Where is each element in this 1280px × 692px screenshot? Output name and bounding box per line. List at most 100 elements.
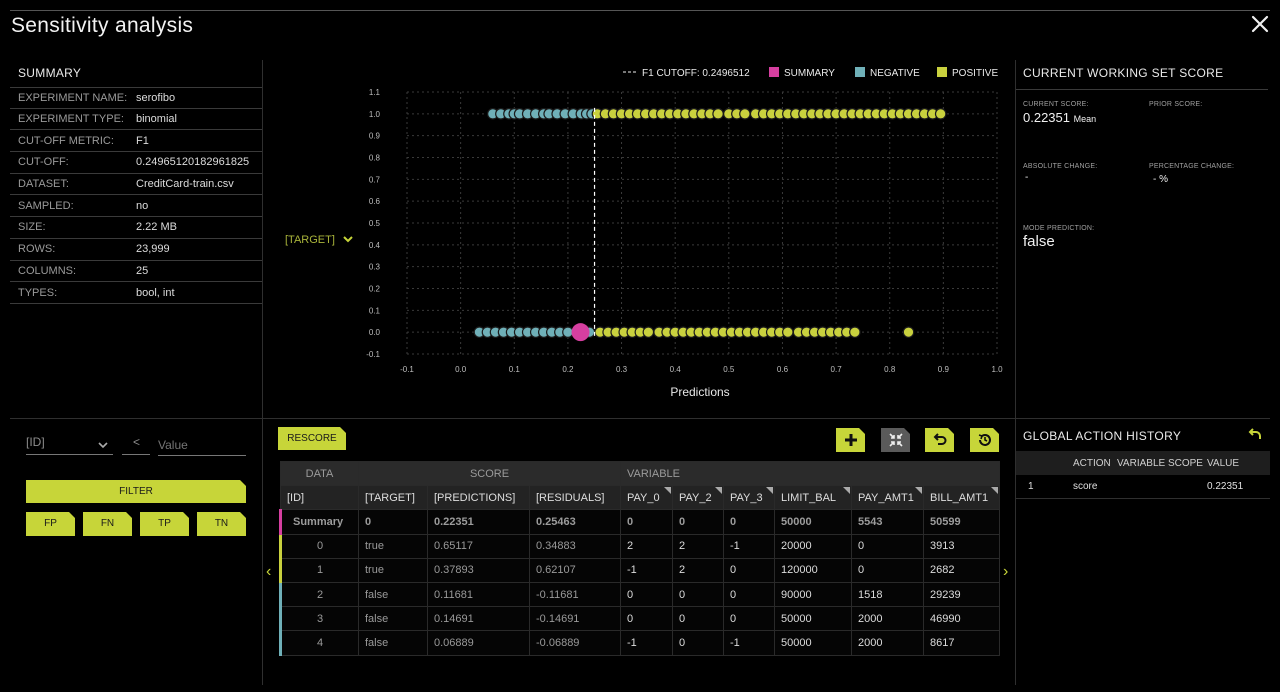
- table-cell: 50000: [774, 630, 852, 656]
- revert-icon[interactable]: [1248, 427, 1262, 441]
- y-tick-label: 0.1: [369, 306, 381, 315]
- column-header[interactable]: [ID]: [280, 485, 359, 511]
- summary-table-row[interactable]: Summary 0 0.22351 0.25463 0 0 0 50000 5543 50599: [279, 509, 1000, 535]
- column-header[interactable]: PAY_0: [620, 485, 673, 511]
- y-tick-label: 0.6: [369, 197, 381, 206]
- sort-corner-icon: [843, 487, 850, 495]
- column-header[interactable]: [PREDICTIONS]: [427, 485, 530, 511]
- y-tick-label: 0.2: [369, 285, 381, 294]
- table-cell: 0: [723, 509, 775, 535]
- mode-prediction-value: false: [1023, 233, 1055, 250]
- summary-key: DATASET:: [18, 178, 69, 191]
- table-cell: false: [358, 606, 428, 632]
- sort-corner-icon: [991, 487, 998, 495]
- fp-button[interactable]: FP: [26, 512, 75, 536]
- table-cell: 0: [672, 509, 724, 535]
- table-cell: 4: [279, 630, 359, 656]
- y-tick-label: 0.5: [369, 219, 381, 228]
- filter-value-input[interactable]: [158, 435, 246, 456]
- table-cell: 0: [672, 581, 724, 608]
- table-cell: 2682: [923, 557, 1000, 583]
- scroll-right-arrow[interactable]: ›: [1003, 563, 1008, 581]
- table-row[interactable]: 2 false 0.11681 -0.11681 0 0 0 90000 1518 29239: [279, 581, 1000, 608]
- x-tick-label: -0.1: [400, 365, 414, 374]
- column-header-label: PAY_3: [730, 491, 763, 504]
- score-divider: [1016, 89, 1268, 90]
- filter-operator-select[interactable]: <: [122, 435, 150, 455]
- table-cell: 2: [672, 533, 724, 559]
- table-cell: 0: [279, 533, 359, 559]
- column-header[interactable]: [TARGET]: [358, 485, 428, 511]
- page-title: Sensitivity analysis: [11, 14, 194, 37]
- table-cell: 0.37893: [427, 557, 530, 583]
- table-cell: 0.34883: [529, 533, 621, 559]
- add-button[interactable]: [836, 428, 865, 452]
- close-icon[interactable]: [1250, 14, 1270, 34]
- y-tick-label: 0.7: [369, 175, 381, 184]
- sort-corner-icon: [915, 487, 922, 495]
- legend-positive-swatch: [937, 67, 947, 77]
- y-tick-label: 0.0: [369, 328, 381, 337]
- summary-key: SIZE:: [18, 221, 46, 234]
- table-row[interactable]: 1 true 0.37893 0.62107 -1 2 0 120000 0 2682: [279, 557, 1000, 583]
- fn-button[interactable]: FN: [83, 512, 132, 536]
- column-header[interactable]: PAY_AMT1: [851, 485, 924, 511]
- filter-operator-value: <: [133, 435, 141, 449]
- history-reset-button[interactable]: [970, 428, 999, 452]
- sort-corner-icon: [715, 487, 722, 495]
- divider-middle: [10, 418, 1270, 419]
- table-cell: 0: [723, 606, 775, 632]
- column-header[interactable]: [RESIDUALS]: [529, 485, 621, 511]
- filter-button[interactable]: FILTER: [26, 480, 246, 503]
- table-cell: 5543: [851, 509, 924, 535]
- group-header-data: DATA: [280, 460, 359, 487]
- column-header[interactable]: BILL_AMT1: [923, 485, 1000, 511]
- column-header-label: [RESIDUALS]: [536, 491, 605, 504]
- y-tick-label: -0.1: [366, 350, 380, 359]
- summary-key: EXPERIMENT TYPE:: [18, 113, 124, 126]
- table-cell: 0: [672, 606, 724, 632]
- summary-row: SIZE: 2.22 MB: [10, 217, 262, 239]
- legend-negative-label: NEGATIVE: [870, 68, 920, 79]
- table-cell: false: [358, 581, 428, 608]
- column-header[interactable]: PAY_3: [723, 485, 775, 511]
- table-row[interactable]: 0 true 0.65117 0.34883 2 2 -1 20000 0 3913: [279, 533, 1000, 559]
- group-header-score: SCORE: [358, 460, 621, 487]
- rescore-button[interactable]: RESCORE: [278, 427, 346, 450]
- history-row[interactable]: 1 score 0.22351: [1016, 475, 1270, 499]
- y-tick-label: 0.4: [369, 241, 381, 250]
- history-header-row: ACTION VARIABLE SCOPE VALUE: [1016, 451, 1270, 475]
- column-header[interactable]: PAY_2: [672, 485, 724, 511]
- table-cell: 8617: [923, 630, 1000, 656]
- summary-row: EXPERIMENT NAME: serofibo: [10, 87, 262, 109]
- table-cell: 0.65117: [427, 533, 530, 559]
- positive-point: [934, 108, 947, 120]
- table-row[interactable]: 3 false 0.14691 -0.14691 0 0 0 50000 2000 46990: [279, 606, 1000, 632]
- table-cell: -0.11681: [529, 581, 621, 608]
- positive-point: [782, 326, 794, 338]
- scroll-left-arrow[interactable]: ‹: [266, 563, 271, 581]
- table-cell: 90000: [774, 581, 852, 608]
- table-cell: true: [358, 557, 428, 583]
- x-tick-label: 0.6: [777, 365, 789, 374]
- absolute-change-label: ABSOLUTE CHANGE:: [1023, 163, 1098, 170]
- collapse-icon: [888, 432, 904, 448]
- x-tick-label: 0.5: [723, 365, 735, 374]
- percentage-change-value: - %: [1153, 174, 1168, 185]
- filter-column-select[interactable]: [ID]: [26, 435, 113, 455]
- column-header-label: [PREDICTIONS]: [434, 491, 516, 504]
- tp-button[interactable]: TP: [140, 512, 189, 536]
- summary-row: CUT-OFF: 0.24965120182961825: [10, 152, 262, 174]
- table-row[interactable]: 4 false 0.06889 -0.06889 -1 0 -1 50000 2000 8617: [279, 630, 1000, 656]
- history-number: 1: [1028, 481, 1034, 492]
- column-header-label: BILL_AMT1: [930, 491, 989, 504]
- table-cell: 0: [723, 581, 775, 608]
- positive-point: [712, 108, 724, 120]
- table-cell: 0: [620, 606, 673, 632]
- undo-button[interactable]: [925, 428, 954, 452]
- top-divider: [10, 10, 1270, 11]
- collapse-button[interactable]: [881, 428, 910, 452]
- table-cell: 46990: [923, 606, 1000, 632]
- tn-button[interactable]: TN: [197, 512, 246, 536]
- column-header[interactable]: LIMIT_BAL: [774, 485, 852, 511]
